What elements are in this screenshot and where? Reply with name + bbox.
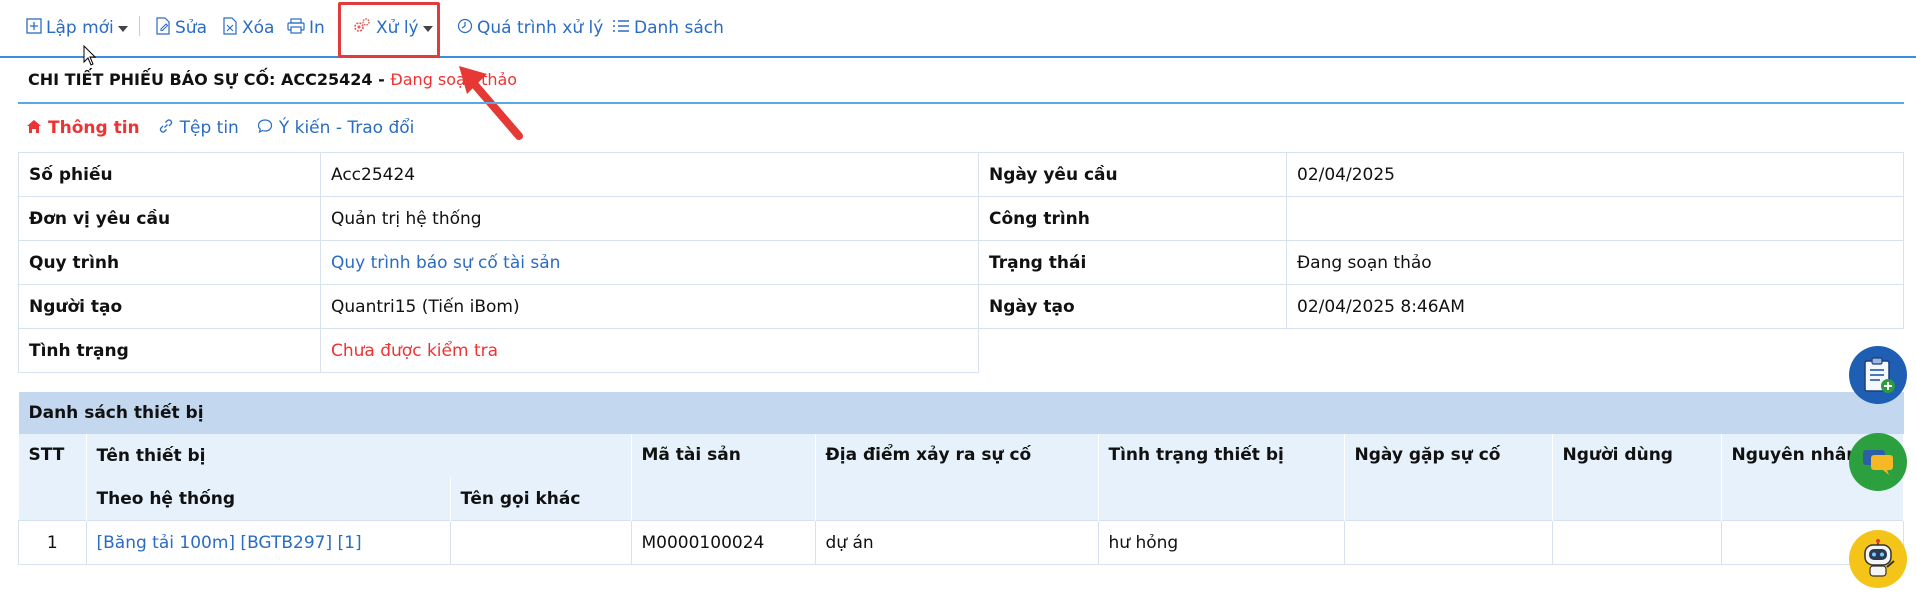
tab-comments[interactable]: Ý kiến - Trao đổi: [257, 114, 415, 142]
info-label: Ngày tạo: [978, 284, 1287, 329]
info-label: Tình trạng: [18, 328, 321, 373]
robot-icon: [1864, 539, 1895, 577]
clipboard-add-icon: [1864, 357, 1895, 393]
info-row: Đơn vị yêu cầu Quản trị hệ thống Công tr…: [18, 196, 1904, 241]
column-header-row: STT Tên thiết bị Mã tài sản Địa điểm xảy…: [18, 434, 1904, 521]
info-row: Số phiếu Acc25424 Ngày yêu cầu 02/04/202…: [18, 152, 1904, 197]
tab-files[interactable]: Tệp tin: [158, 114, 239, 142]
home-icon: [26, 119, 42, 138]
info-value: Đang soạn thảo: [1286, 240, 1904, 285]
info-row: Người tạo Quantri15 (Tiến iBom) Ngày tạo…: [18, 284, 1904, 329]
list-label: Danh sách: [634, 18, 724, 38]
info-label: Quy trình: [18, 240, 321, 285]
list-button[interactable]: Danh sách: [612, 14, 724, 42]
col-alias: Tên gọi khác: [450, 477, 632, 521]
col-asset-code: Mã tài sản: [631, 434, 816, 521]
info-value: Acc25424: [320, 152, 979, 197]
empty-cell: [978, 328, 1904, 373]
info-value: Quản trị hệ thống: [320, 196, 979, 241]
equipment-section-header: Danh sách thiết bị: [18, 392, 1904, 434]
print-label: In: [309, 18, 325, 38]
chevron-down-icon: [117, 26, 128, 32]
tab-info[interactable]: Thông tin: [26, 114, 140, 142]
equipment-table: Danh sách thiết bị STT Tên thiết bị Mã t…: [18, 392, 1904, 565]
delete-doc-icon: [222, 17, 238, 39]
table-row: 1 [Băng tải 100m] [BGTB297] [1] M0000100…: [18, 520, 1904, 565]
plus-square-icon: [26, 18, 42, 38]
cell-alias: [449, 520, 632, 565]
clock-icon: [457, 18, 473, 38]
delete-button[interactable]: Xóa: [222, 14, 274, 42]
history-label: Quá trình xử lý: [477, 18, 604, 38]
info-table: Số phiếu Acc25424 Ngày yêu cầu 02/04/202…: [18, 152, 1904, 373]
page-title-bar: CHI TIẾT PHIẾU BÁO SỰ CỐ: ACC25424 - Đan…: [18, 62, 1904, 104]
cell-location: dự án: [814, 520, 1099, 565]
cell-stt: 1: [18, 520, 87, 565]
col-location: Địa điểm xảy ra sự cố: [815, 434, 1099, 521]
info-label: Ngày yêu cầu: [978, 152, 1287, 197]
col-incident-date: Ngày gặp sự cố: [1344, 434, 1553, 521]
assistant-robot-fab[interactable]: [1849, 530, 1907, 588]
page-title: CHI TIẾT PHIẾU BÁO SỰ CỐ: ACC25424 - Đan…: [28, 70, 517, 89]
process-link[interactable]: Quy trình báo sự cố tài sản: [320, 240, 979, 285]
clipboard-add-fab[interactable]: [1849, 346, 1907, 404]
section-title: Danh sách thiết bị: [18, 392, 1904, 434]
printer-icon: [287, 18, 305, 38]
edit-button[interactable]: Sửa: [155, 14, 207, 42]
tab-comments-label: Ý kiến - Trao đổi: [278, 118, 415, 138]
device-link[interactable]: [Băng tải 100m] [BGTB297] [1]: [85, 520, 451, 565]
info-label: Công trình: [978, 196, 1287, 241]
col-stt: STT: [18, 434, 87, 521]
edit-label: Sửa: [175, 18, 207, 38]
info-value: 02/04/2025 8:46AM: [1286, 284, 1904, 329]
chat-icon: [1863, 450, 1893, 475]
info-row: Tình trạng Chưa được kiểm tra: [18, 328, 1904, 373]
cell-device-status: hư hỏng: [1097, 520, 1345, 565]
info-value: 02/04/2025: [1286, 152, 1904, 197]
info-value: Quantri15 (Tiến iBom): [320, 284, 979, 329]
info-label: Đơn vị yêu cầu: [18, 196, 321, 241]
info-row: Quy trình Quy trình báo sự cố tài sản Tr…: [18, 240, 1904, 285]
col-user: Người dùng: [1552, 434, 1722, 521]
edit-doc-icon: [155, 17, 171, 39]
col-device-status: Tình trạng thiết bị: [1098, 434, 1345, 521]
info-label: Số phiếu: [18, 152, 321, 197]
history-button[interactable]: Quá trình xử lý: [457, 14, 603, 42]
tab-info-label: Thông tin: [48, 118, 140, 138]
info-label: Trạng thái: [978, 240, 1287, 285]
info-label: Người tạo: [18, 284, 321, 329]
toolbar: Lập mới Sửa Xóa In Xử lý Quá trình xử lý: [0, 0, 1916, 58]
condition-value: Chưa được kiểm tra: [320, 328, 979, 373]
page-title-text: CHI TIẾT PHIẾU BÁO SỰ CỐ: ACC25424 -: [28, 70, 391, 89]
cell-user: [1551, 520, 1722, 565]
new-label: Lập mới: [46, 18, 114, 38]
info-value: [1286, 196, 1904, 241]
delete-label: Xóa: [242, 18, 275, 38]
list-icon: [612, 18, 630, 38]
comment-icon: [257, 118, 273, 138]
new-button[interactable]: Lập mới: [26, 14, 128, 42]
cell-incident-date: [1343, 520, 1553, 565]
col-device-name: Tên thiết bị: [86, 434, 632, 477]
col-by-system: Theo hệ thống: [86, 477, 451, 521]
tab-bar: Thông tin Tệp tin Ý kiến - Trao đổi: [26, 114, 414, 142]
annotation-highlight-box: [338, 2, 440, 58]
cell-asset-code: M0000100024: [630, 520, 816, 565]
link-icon: [158, 118, 174, 138]
chat-fab[interactable]: [1849, 433, 1907, 491]
print-button[interactable]: In: [287, 14, 325, 42]
tab-files-label: Tệp tin: [179, 118, 239, 138]
toolbar-divider: [139, 16, 140, 36]
status-text: Đang soạn thảo: [390, 70, 518, 89]
